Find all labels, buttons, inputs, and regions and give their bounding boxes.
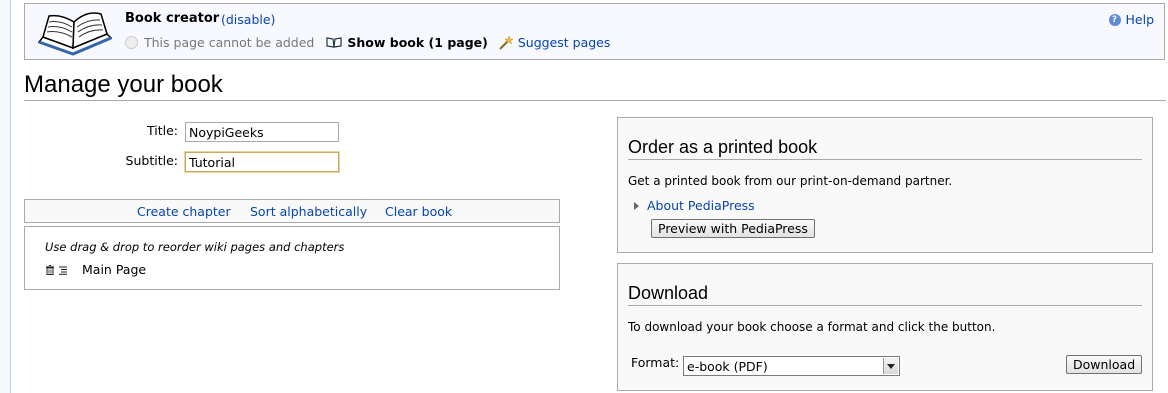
- title-divider: [24, 100, 1166, 101]
- download-panel: Download To download your book choose a …: [617, 263, 1153, 391]
- show-book-link[interactable]: Show book (1 page): [347, 35, 487, 50]
- open-book-icon: [37, 12, 113, 56]
- reorder-icon[interactable]: [58, 265, 68, 275]
- book-creator-title: Book creator: [125, 11, 220, 26]
- download-panel-divider: [628, 305, 1142, 306]
- order-panel-heading: Order as a printed book: [628, 137, 818, 157]
- drag-drop-hint: Use drag & drop to reorder wiki pages an…: [45, 240, 345, 254]
- disabled-radio-icon: [125, 36, 138, 49]
- subtitle-input[interactable]: [185, 152, 339, 172]
- order-panel-divider: [628, 159, 1142, 160]
- order-printed-book-panel: Order as a printed book Get a printed bo…: [617, 117, 1153, 253]
- cannot-add-text: This page cannot be added: [144, 35, 315, 50]
- page-title: Manage your book: [24, 71, 223, 98]
- download-button[interactable]: Download: [1066, 355, 1143, 374]
- book-item-list: Use drag & drop to reorder wiki pages an…: [24, 226, 560, 290]
- create-chapter-link[interactable]: Create chapter: [137, 204, 231, 219]
- magic-wand-icon: [499, 35, 514, 50]
- subtitle-label: Subtitle:: [125, 153, 178, 168]
- clear-book-link[interactable]: Clear book: [385, 204, 452, 219]
- left-sidebar-edge: [0, 0, 11, 393]
- sort-alphabetically-link[interactable]: Sort alphabetically: [250, 204, 367, 219]
- book-creator-bar: Book creator (disable) This page cannot …: [24, 3, 1165, 60]
- trash-icon[interactable]: [45, 264, 55, 275]
- format-selected-value: e-book (PDF): [687, 359, 768, 374]
- suggest-pages-link[interactable]: Suggest pages: [518, 35, 611, 50]
- dropdown-arrow-icon[interactable]: [883, 358, 898, 374]
- book-icon: [326, 37, 342, 48]
- about-pediapress-row[interactable]: About PediaPress: [634, 198, 755, 213]
- preview-with-pediapress-button[interactable]: Preview with PediaPress: [651, 219, 815, 238]
- download-panel-description: To download your book choose a format an…: [628, 320, 996, 334]
- help-icon: ?: [1108, 13, 1121, 26]
- help-link[interactable]: Help: [1126, 12, 1155, 27]
- list-item[interactable]: Main Page: [45, 262, 146, 277]
- order-panel-description: Get a printed book from our print-on-dem…: [628, 174, 953, 188]
- expand-triangle-icon[interactable]: [634, 201, 639, 210]
- title-input[interactable]: [185, 122, 339, 142]
- list-item-title[interactable]: Main Page: [82, 262, 146, 277]
- download-panel-heading: Download: [628, 283, 709, 303]
- format-label: Format:: [631, 355, 680, 370]
- book-toolbar: Create chapter Sort alphabetically Clear…: [24, 199, 560, 223]
- title-label: Title:: [147, 123, 178, 138]
- disable-link[interactable]: (disable): [221, 12, 275, 27]
- book-creator-actions: This page cannot be added Show book (1 p…: [125, 35, 610, 50]
- help-link-group[interactable]: ? Help: [1108, 12, 1155, 27]
- format-select[interactable]: e-book (PDF): [683, 356, 900, 376]
- about-pediapress-link[interactable]: About PediaPress: [647, 198, 755, 213]
